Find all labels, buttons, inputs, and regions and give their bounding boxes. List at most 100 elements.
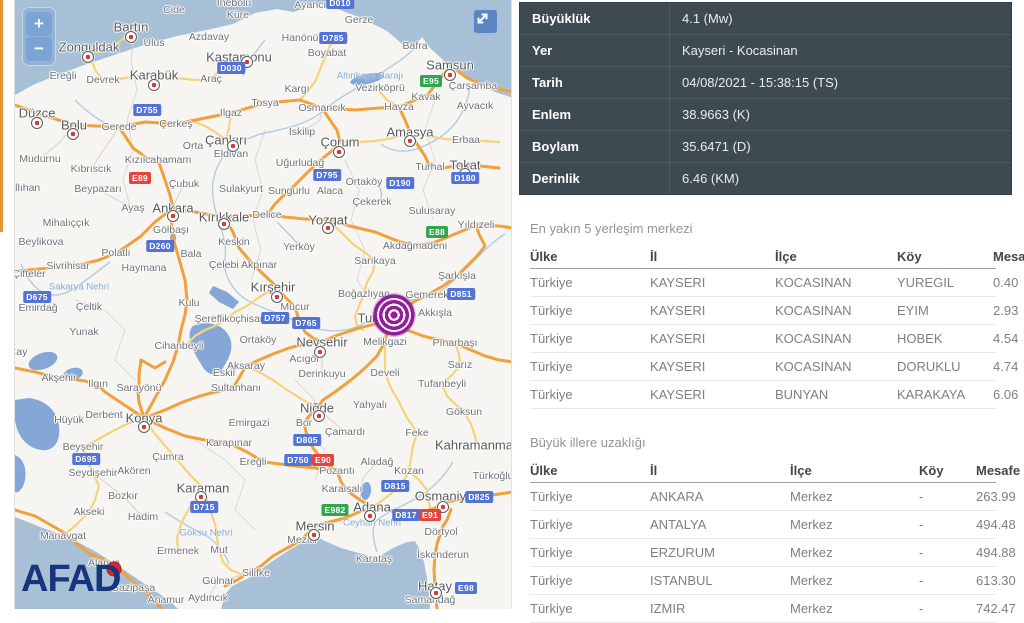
table-cell: - [919, 517, 976, 532]
table-cell: KARAKAYA [897, 387, 993, 402]
road-shield: D785 [319, 32, 347, 44]
map-city-label: Beylikova [19, 236, 64, 248]
map-city-label: Mudurnu [19, 153, 60, 165]
column-header: Köy [919, 463, 976, 478]
fullscreen-button[interactable] [472, 8, 499, 35]
map-city-label: Kahramanmaraş [435, 438, 512, 453]
table-cell: 263.99 [976, 489, 1016, 504]
map-city-label: Kulu [178, 297, 199, 309]
map-city-label: Göksun [446, 406, 482, 418]
table-cell: YUREGIL [897, 275, 993, 290]
column-header: Ülke [530, 463, 650, 478]
info-row: Enlem38.9663 (K) [520, 99, 1011, 131]
map-city-label: Mihalıççık [43, 217, 90, 229]
map-city-label: Şereflikoçhisar [195, 313, 264, 325]
table-cell: KAYSERI [650, 331, 775, 346]
table-cell: Türkiye [530, 545, 650, 560]
table-row: TürkiyeANKARAMerkez-263.99 [530, 483, 996, 511]
map-city-label: Vezirköprü [355, 82, 405, 94]
table-cell: KAYSERI [650, 303, 775, 318]
table-row: TürkiyeKAYSERIBUNYANKARAKAYA6.06 [530, 381, 996, 409]
map-city-label: Çarşamba [449, 80, 497, 92]
map-city-label: Gerze [345, 14, 374, 26]
map-city-label: Sultanhanı [211, 382, 261, 394]
quake-info-table: Büyüklük4.1 (Mw)YerKayseri - KocasinanTa… [519, 2, 1012, 195]
table-cell: - [919, 489, 976, 504]
table-cell: ERZURUM [650, 545, 790, 560]
city-marker [364, 510, 376, 522]
nearest-section-title: En yakın 5 yerleşim merkezi [530, 221, 1012, 236]
road-shield: E95 [420, 75, 442, 87]
map-canvas[interactable]: İneboluCideKüreBartınUlusAzdavayZongulda… [14, 0, 512, 609]
road-shield: D805 [293, 434, 321, 446]
map-city-label: Havza [384, 101, 414, 113]
map-city-label: Ortaköy [240, 334, 277, 346]
table-row: TürkiyeISTANBULMerkez-613.30 [530, 567, 996, 595]
map-city-label: Kıbrıscık [71, 163, 112, 175]
map-city-label: Uğurludağ [276, 157, 324, 169]
map-city-label: Beypazarı [74, 183, 121, 195]
map-city-label: Seydişehir [68, 467, 117, 479]
table-cell: 4.74 [993, 359, 1018, 374]
zoom-in-button[interactable]: + [26, 12, 52, 36]
map-city-label: Keskin [218, 236, 250, 248]
info-label: Yer [520, 35, 670, 66]
table-cell: 494.88 [976, 545, 1016, 560]
table-cell: - [919, 573, 976, 588]
map-water-label: Altınkaya Barajı [337, 71, 404, 82]
column-header: Ülke [530, 249, 650, 264]
map-city-label: Akören [117, 465, 150, 477]
table-cell: Türkiye [530, 275, 650, 290]
zoom-out-button[interactable]: − [26, 37, 52, 61]
map-city-label: Aydıncık [188, 592, 228, 604]
city-marker [125, 31, 137, 43]
table-cell: DORUKLU [897, 359, 993, 374]
map-city-label: Karapınar [206, 437, 252, 449]
map-city-label: Beyşehir [63, 441, 104, 453]
map-city-label: Çumra [152, 451, 184, 463]
map-city-label: Derinkuyu [298, 368, 345, 380]
map-city-label: Silifke [242, 567, 270, 579]
map-zoom-control: + − [23, 8, 55, 65]
map-city-label: Anamur [148, 594, 185, 606]
table-cell: EYIM [897, 303, 993, 318]
info-label: Derinlik [520, 163, 670, 194]
info-value: 04/08/2021 - 15:38:15 (TS) [670, 67, 1011, 98]
city-marker [430, 587, 442, 599]
map-city-label: Çekerek [352, 196, 391, 208]
map-city-label: Şarkışla [438, 270, 476, 282]
map-city-label: Yerköy [283, 241, 315, 253]
table-cell: Türkiye [530, 359, 650, 374]
table-cell: Merkez [790, 517, 919, 532]
road-shield: D817 [392, 509, 420, 521]
table-cell: Türkiye [530, 331, 650, 346]
map-city-label: Erbaa [452, 134, 480, 146]
map-city-label: Yıldızeli [458, 219, 495, 231]
map-city-label: Bafra [402, 40, 427, 52]
road-shield: E982 [321, 504, 348, 516]
map-city-label: Aladağ [361, 456, 394, 468]
map-city-label: Sungurlu [268, 185, 310, 197]
table-cell: Türkiye [530, 489, 650, 504]
city-marker [444, 69, 456, 81]
map-city-label: Karataş [356, 553, 392, 565]
table-cell: Merkez [790, 545, 919, 560]
map-city-label: İnebolu [217, 0, 251, 9]
table-header-row: ÜlkeİlİlçeKöyMesafe [530, 458, 996, 483]
map-city-label: Boyabat [308, 47, 347, 59]
road-shield: D260 [146, 240, 174, 252]
map-water-label: Sakarya Nehri [49, 282, 109, 293]
map-city-label: Pozantı [319, 465, 355, 477]
table-row: TürkiyeIZMIRMerkez-742.47 [530, 595, 996, 623]
city-marker [404, 135, 416, 147]
map-city-label: Turhal [415, 161, 444, 173]
map-city-label: Bozkır [108, 490, 138, 502]
map-city-label: Emirgazi [229, 417, 270, 429]
map-city-label: Haymana [122, 262, 167, 274]
map-city-label: Sivrihisar [46, 260, 89, 272]
map-city-label: Tosya [251, 97, 278, 109]
road-shield: E91 [419, 509, 441, 521]
map-city-label: Akkışla [418, 307, 452, 319]
info-value: Kayseri - Kocasinan [670, 35, 1011, 66]
info-value: 4.1 (Mw) [670, 3, 1011, 34]
